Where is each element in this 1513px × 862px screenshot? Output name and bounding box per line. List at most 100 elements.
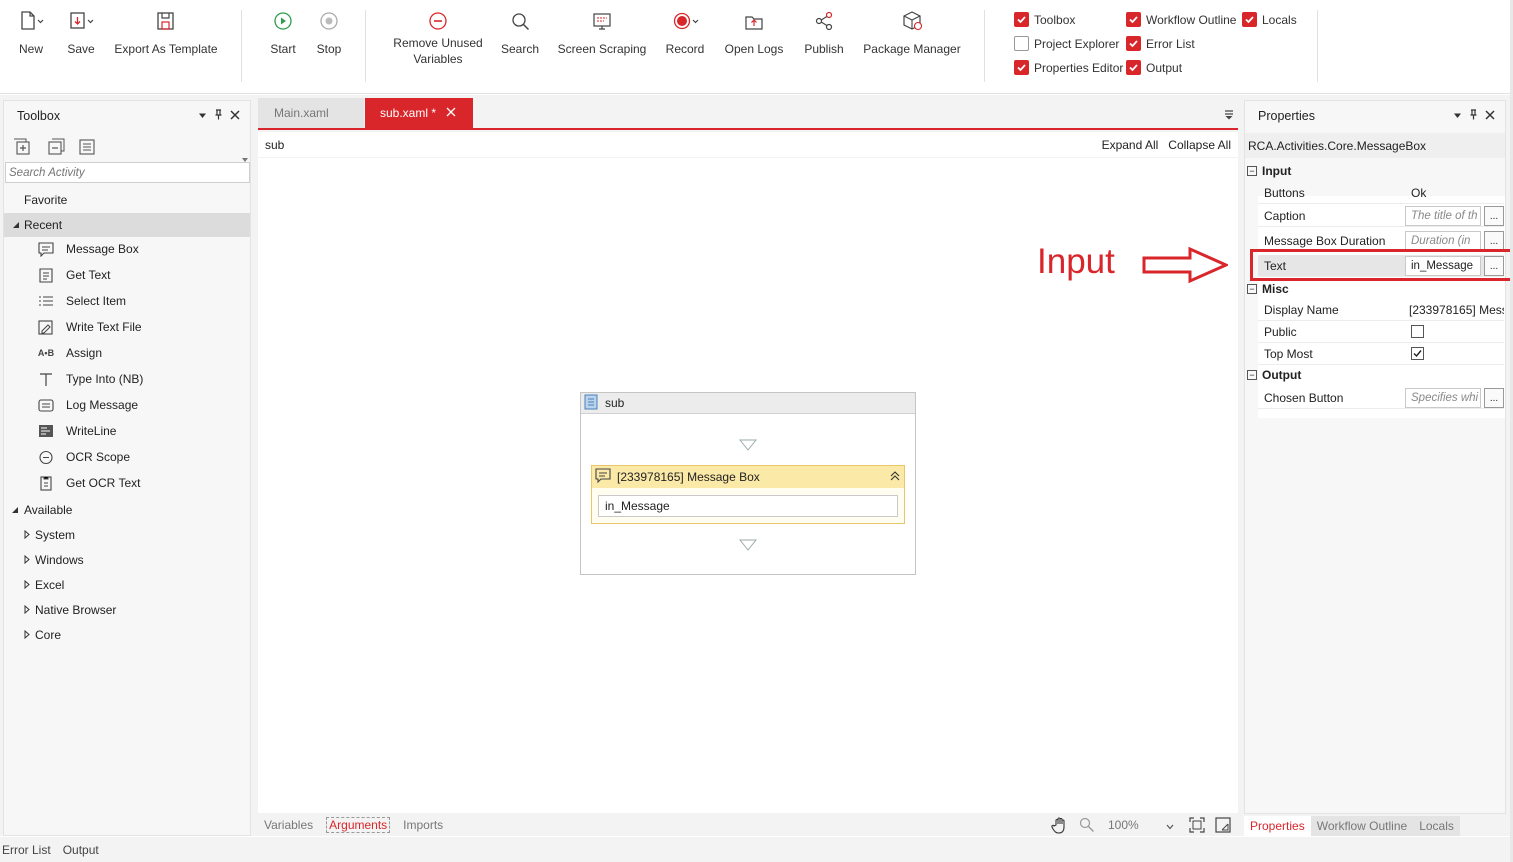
caption-input[interactable]: The title of th [1405,205,1481,226]
toolbox-item-get-text[interactable]: Get Text [37,265,110,285]
output-tab[interactable]: Output [63,843,99,857]
open-logs-button[interactable]: Open Logs [722,8,786,57]
tab-sub-xaml[interactable]: sub.xaml * [365,98,473,128]
close-icon[interactable] [230,109,240,123]
close-icon[interactable] [1485,109,1495,123]
screen-scraping-button[interactable]: Screen Scraping [556,8,648,57]
search-button[interactable]: Search [498,8,542,57]
category-native-browser[interactable]: Native Browser [24,600,116,620]
tab-menu-icon[interactable] [1224,109,1234,123]
property-public[interactable]: Public [1258,321,1504,343]
share-icon [800,8,848,34]
collapse-all-icon[interactable] [45,138,65,161]
workflow-outline-checkbox[interactable]: Workflow Outline [1126,12,1236,27]
favorite-group[interactable]: Favorite [24,190,67,210]
property-value[interactable]: Ok [1406,186,1504,200]
section-input[interactable]: − Input [1247,164,1291,178]
duration-input[interactable]: Duration (in [1405,230,1481,251]
expand-all-link[interactable]: Expand All [1102,138,1159,152]
toolbox-item-log-message[interactable]: Log Message [37,395,138,415]
breadcrumb[interactable]: sub [265,138,284,152]
zoom-dropdown-icon[interactable] [1166,819,1174,833]
dropdown-icon[interactable] [1453,109,1462,123]
category-system[interactable]: System [24,525,75,545]
stop-button[interactable]: Stop [312,8,346,57]
drop-target-icon[interactable] [738,439,758,454]
locals-tab[interactable]: Locals [1413,816,1460,836]
variables-tab[interactable]: Variables [264,818,313,832]
stop-icon [312,8,346,34]
expand-all-icon[interactable] [13,138,33,161]
toolbox-checkbox[interactable]: Toolbox [1014,12,1075,27]
remove-unused-label-1: Remove Unused [393,36,483,50]
publish-button[interactable]: Publish [800,8,848,57]
section-misc[interactable]: − Misc [1247,282,1289,296]
chosen-button-input[interactable]: Specifies whi [1405,387,1481,408]
ellipsis-button[interactable]: ... [1484,205,1504,226]
list-view-icon[interactable] [77,138,97,161]
remove-unused-variables-button[interactable]: Remove Unused Variables [388,8,488,67]
property-display-name[interactable]: Display Name [233978165] Mess [1258,299,1504,321]
category-core[interactable]: Core [24,625,61,645]
toolbox-item-write-text-file[interactable]: Write Text File [37,317,142,337]
zoom-level[interactable]: 100% [1108,818,1139,832]
message-box-activity[interactable]: [233978165] Message Box in_Message [591,465,905,524]
property-top-most[interactable]: Top Most [1258,343,1504,365]
package-manager-button[interactable]: Package Manager [862,8,962,57]
top-most-checkbox[interactable] [1411,347,1424,360]
export-template-button[interactable]: Export As Template [112,8,220,57]
record-label: Record [665,42,705,56]
toolbox-item-writeline[interactable]: WriteLine [37,421,116,441]
collapse-activity-icon[interactable] [890,470,900,484]
new-button[interactable]: New [14,8,48,57]
category-excel[interactable]: Excel [24,575,64,595]
error-list-checkbox[interactable]: Error List [1126,36,1195,51]
collapse-all-link[interactable]: Collapse All [1168,138,1231,152]
activity-header[interactable]: [233978165] Message Box [592,466,904,488]
property-chosen-button[interactable]: Chosen Button Specifies whi... [1258,387,1504,409]
toolbox-item-select-item[interactable]: Select Item [37,291,126,311]
toolbox-item-assign[interactable]: A•B Assign [37,343,102,363]
project-explorer-checkbox[interactable]: Project Explorer [1014,36,1119,51]
pin-icon[interactable] [214,109,223,123]
section-output[interactable]: − Output [1247,368,1301,382]
fit-to-screen-icon[interactable] [1189,817,1205,836]
overview-icon[interactable] [1215,817,1231,836]
ellipsis-button[interactable]: ... [1484,387,1504,408]
imports-tab[interactable]: Imports [403,818,443,832]
hand-pan-icon[interactable] [1051,816,1069,837]
dropdown-icon[interactable] [198,109,207,123]
property-caption[interactable]: Caption The title of th... [1258,205,1504,227]
zoom-icon[interactable] [1079,817,1095,836]
drop-target-icon[interactable] [738,539,758,554]
start-button[interactable]: Start [266,8,300,57]
properties-tab[interactable]: Properties [1244,816,1311,836]
toolbox-item-ocr-scope[interactable]: OCR Scope [37,447,130,467]
message-text-input[interactable]: in_Message [598,495,898,517]
toolbox-item-type-into[interactable]: Type Into (NB) [37,369,143,389]
search-activity-input[interactable] [5,162,250,183]
arguments-tab[interactable]: Arguments [326,816,391,833]
property-buttons[interactable]: Buttons Ok [1258,182,1504,204]
properties-editor-checkbox[interactable]: Properties Editor [1014,60,1123,75]
tab-main-xaml[interactable]: Main.xaml [258,98,364,128]
display-name-value[interactable]: [233978165] Mess [1406,303,1504,317]
ellipsis-button[interactable]: ... [1484,230,1504,251]
toolbox-item-message-box[interactable]: Message Box [37,239,139,259]
record-button[interactable]: Record [664,8,706,57]
save-button[interactable]: Save [63,8,99,57]
toolbox-item-get-ocr-text[interactable]: Get OCR Text [37,473,140,493]
scroll-arrow-icon[interactable] [241,153,249,162]
recent-group[interactable]: Recent [4,213,250,237]
public-checkbox[interactable] [1411,325,1424,338]
sequence-header[interactable]: sub [581,393,915,414]
sequence-container[interactable]: sub [233978165] Message Box in_Message [580,392,916,575]
category-windows[interactable]: Windows [24,550,84,570]
error-list-tab[interactable]: Error List [0,843,51,857]
output-checkbox[interactable]: Output [1126,60,1182,75]
pin-icon[interactable] [1469,109,1478,123]
workflow-outline-tab[interactable]: Workflow Outline [1310,816,1414,836]
available-group[interactable]: Available [11,500,72,520]
close-tab-icon[interactable] [446,106,456,120]
locals-checkbox[interactable]: Locals [1242,12,1297,27]
